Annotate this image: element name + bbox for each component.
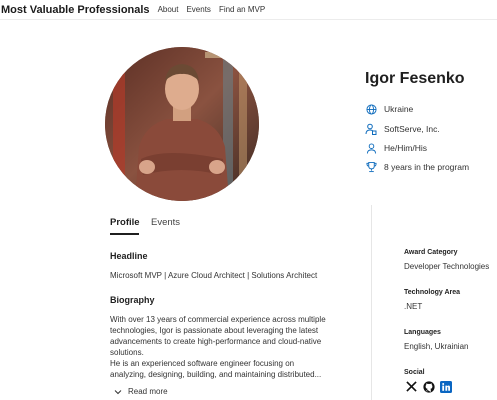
social-links <box>405 380 456 393</box>
tab-events[interactable]: Events <box>151 217 180 228</box>
award-category-label: Award Category <box>404 249 458 256</box>
person-icon <box>365 142 377 154</box>
info-row-pronouns: He/Him/His <box>365 142 427 154</box>
biography-heading: Biography <box>110 295 155 305</box>
tab-profile[interactable]: Profile <box>110 217 140 228</box>
info-row-company: SoftServe, Inc. <box>365 123 440 135</box>
pronouns-text: He/Him/His <box>384 143 427 153</box>
biography-line: technologies, Igor is passionate about l… <box>110 326 319 335</box>
technology-area-label: Technology Area <box>404 289 461 296</box>
languages-value: English, Ukrainian <box>404 342 469 351</box>
active-tab-indicator <box>110 233 139 235</box>
info-row-program-years: 8 years in the program <box>365 161 469 173</box>
site-brand[interactable]: Most Valuable Professionals <box>1 4 150 16</box>
award-category-value: Developer Technologies <box>404 262 490 271</box>
social-label: Social <box>404 369 425 376</box>
read-more-label: Read more <box>128 387 168 396</box>
profile-avatar <box>105 47 259 201</box>
nav-link-about[interactable]: About <box>158 5 179 14</box>
nav-link-find-an-mvp[interactable]: Find an MVP <box>219 5 265 14</box>
biography-text: With over 13 years of commercial experie… <box>110 314 350 380</box>
company-text: SoftServe, Inc. <box>384 124 440 134</box>
read-more-button[interactable]: Read more <box>114 387 168 396</box>
program-years-text: 8 years in the program <box>384 162 470 172</box>
biography-line: With over 13 years of commercial experie… <box>110 315 326 324</box>
profile-name: Igor Fesenko <box>365 70 465 87</box>
biography-line: analyzing, designing, building, and main… <box>110 370 322 379</box>
github-icon[interactable] <box>422 380 435 393</box>
nav-link-events[interactable]: Events <box>186 5 210 14</box>
headline-heading: Headline <box>110 251 148 261</box>
globe-icon <box>365 103 377 115</box>
languages-label: Languages <box>404 329 441 336</box>
biography-line: solutions. <box>110 348 144 357</box>
headline-text: Microsoft MVP | Azure Cloud Architect | … <box>110 271 318 280</box>
trophy-icon <box>365 161 377 173</box>
x-icon[interactable] <box>405 380 418 393</box>
info-row-location: Ukraine <box>365 103 413 115</box>
top-nav-bar: Most Valuable Professionals About Events… <box>0 0 497 20</box>
biography-line: advancements to create high-performance … <box>110 337 322 346</box>
building-person-icon <box>365 123 377 135</box>
linkedin-icon[interactable] <box>439 380 452 393</box>
biography-line: He is an experienced software engineer f… <box>110 359 295 368</box>
technology-area-value: .NET <box>404 302 423 311</box>
location-text: Ukraine <box>384 104 414 114</box>
chevron-down-icon <box>114 388 122 396</box>
column-divider <box>371 205 372 400</box>
